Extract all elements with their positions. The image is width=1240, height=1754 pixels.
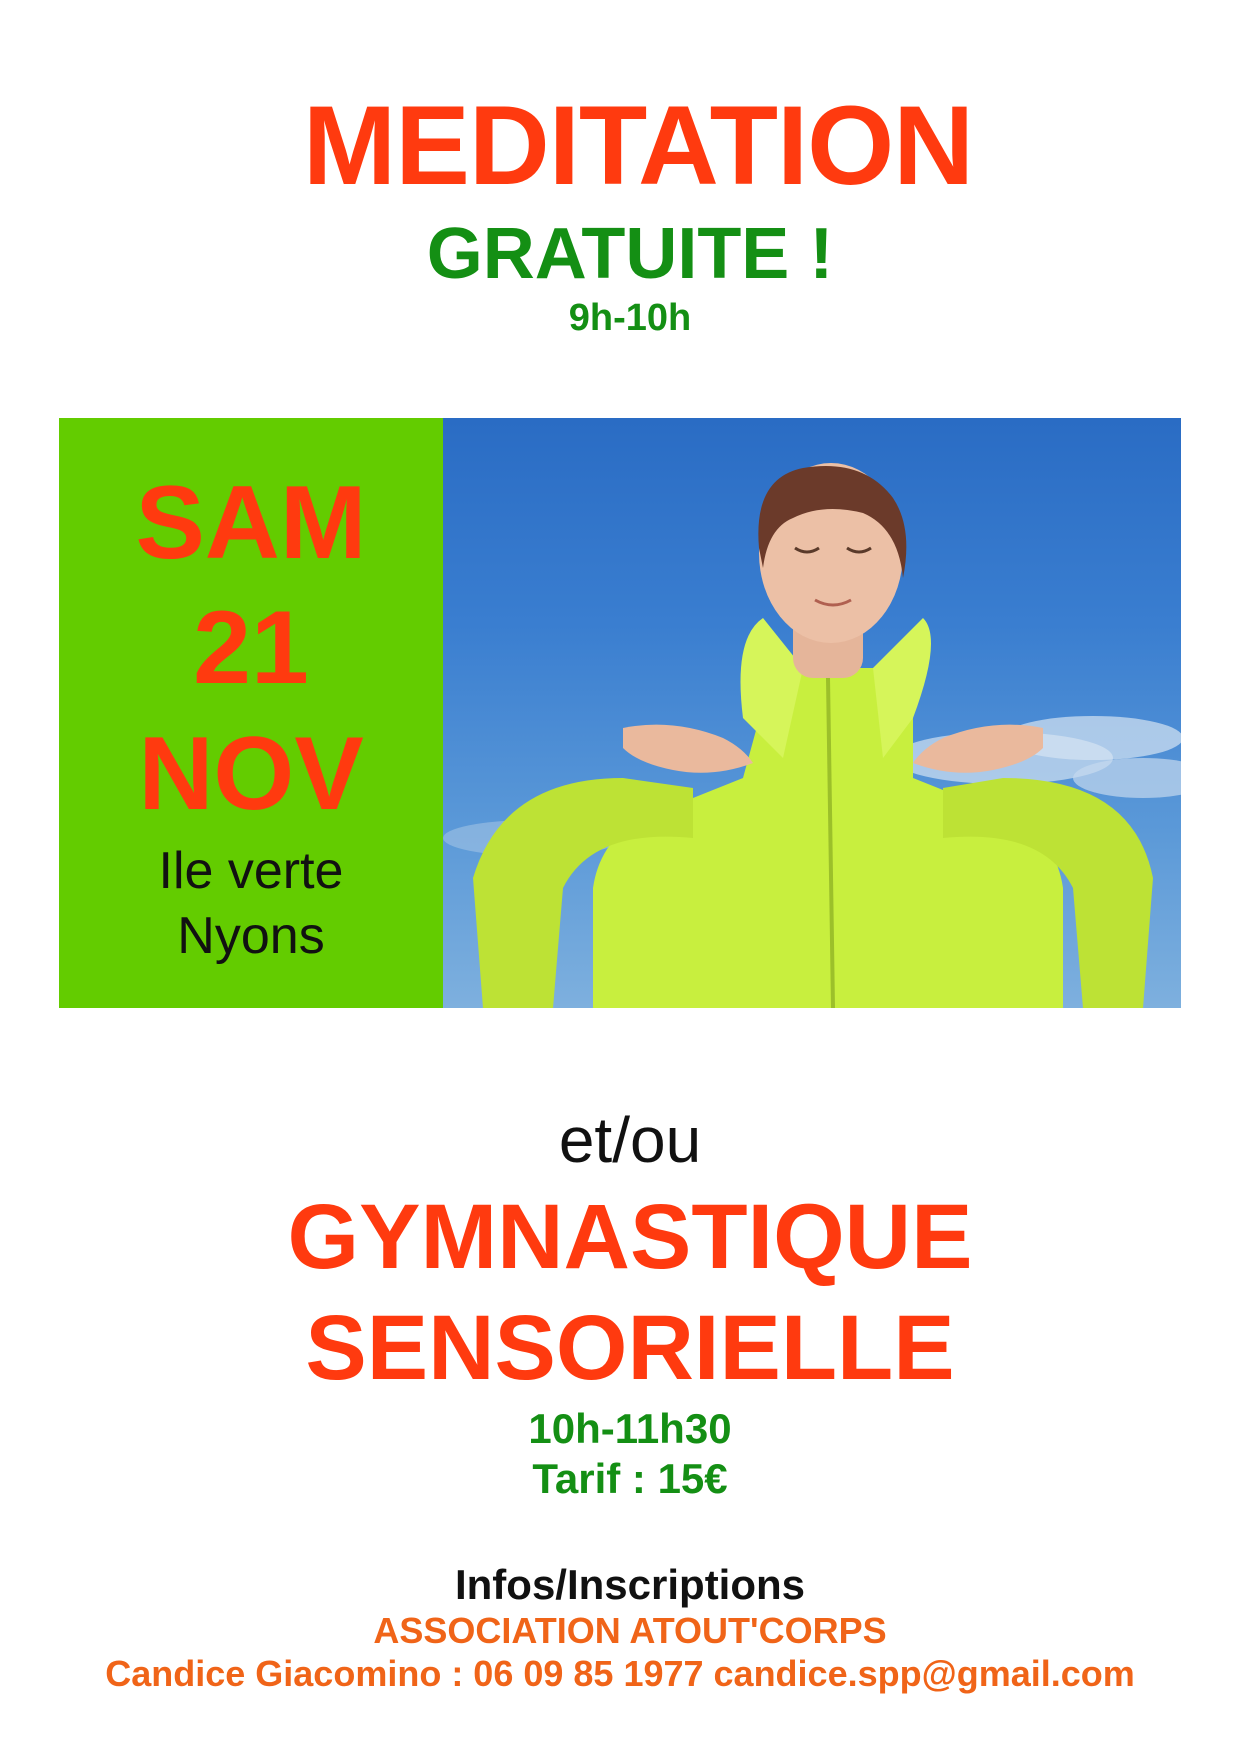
event-month: NOV (138, 716, 364, 832)
connector-text: et/ou (558, 1104, 702, 1176)
price-label: Tarif : 15€ (532, 1455, 728, 1502)
event-day: SAM (135, 465, 367, 581)
association-name: ASSOCIATION ATOUT'CORPS (373, 1610, 887, 1651)
event-banner: SAM 21 NOV Ile verte Nyons (59, 418, 1181, 1008)
event-place: Ile verte (158, 842, 344, 900)
meditation-photo (443, 418, 1181, 1008)
page-title: MEDITATION (302, 83, 974, 208)
infos-heading: Infos/Inscriptions (454, 1561, 806, 1608)
date-block: SAM 21 NOV Ile verte Nyons (59, 418, 443, 1008)
activity-title-line-1: GYMNASTIQUE (287, 1186, 973, 1288)
meditation-time: 9h-10h (568, 297, 692, 339)
meditation-woman-illustration (443, 463, 1181, 1008)
free-label: GRATUITE ! (426, 214, 834, 294)
contact-line: Candice Giacomino : 06 09 85 1977 candic… (105, 1653, 1135, 1694)
gymnastics-time: 10h-11h30 (528, 1405, 732, 1452)
activity-title-line-2: SENSORIELLE (305, 1297, 955, 1399)
event-date: 21 (193, 590, 309, 706)
event-town: Nyons (177, 907, 325, 965)
